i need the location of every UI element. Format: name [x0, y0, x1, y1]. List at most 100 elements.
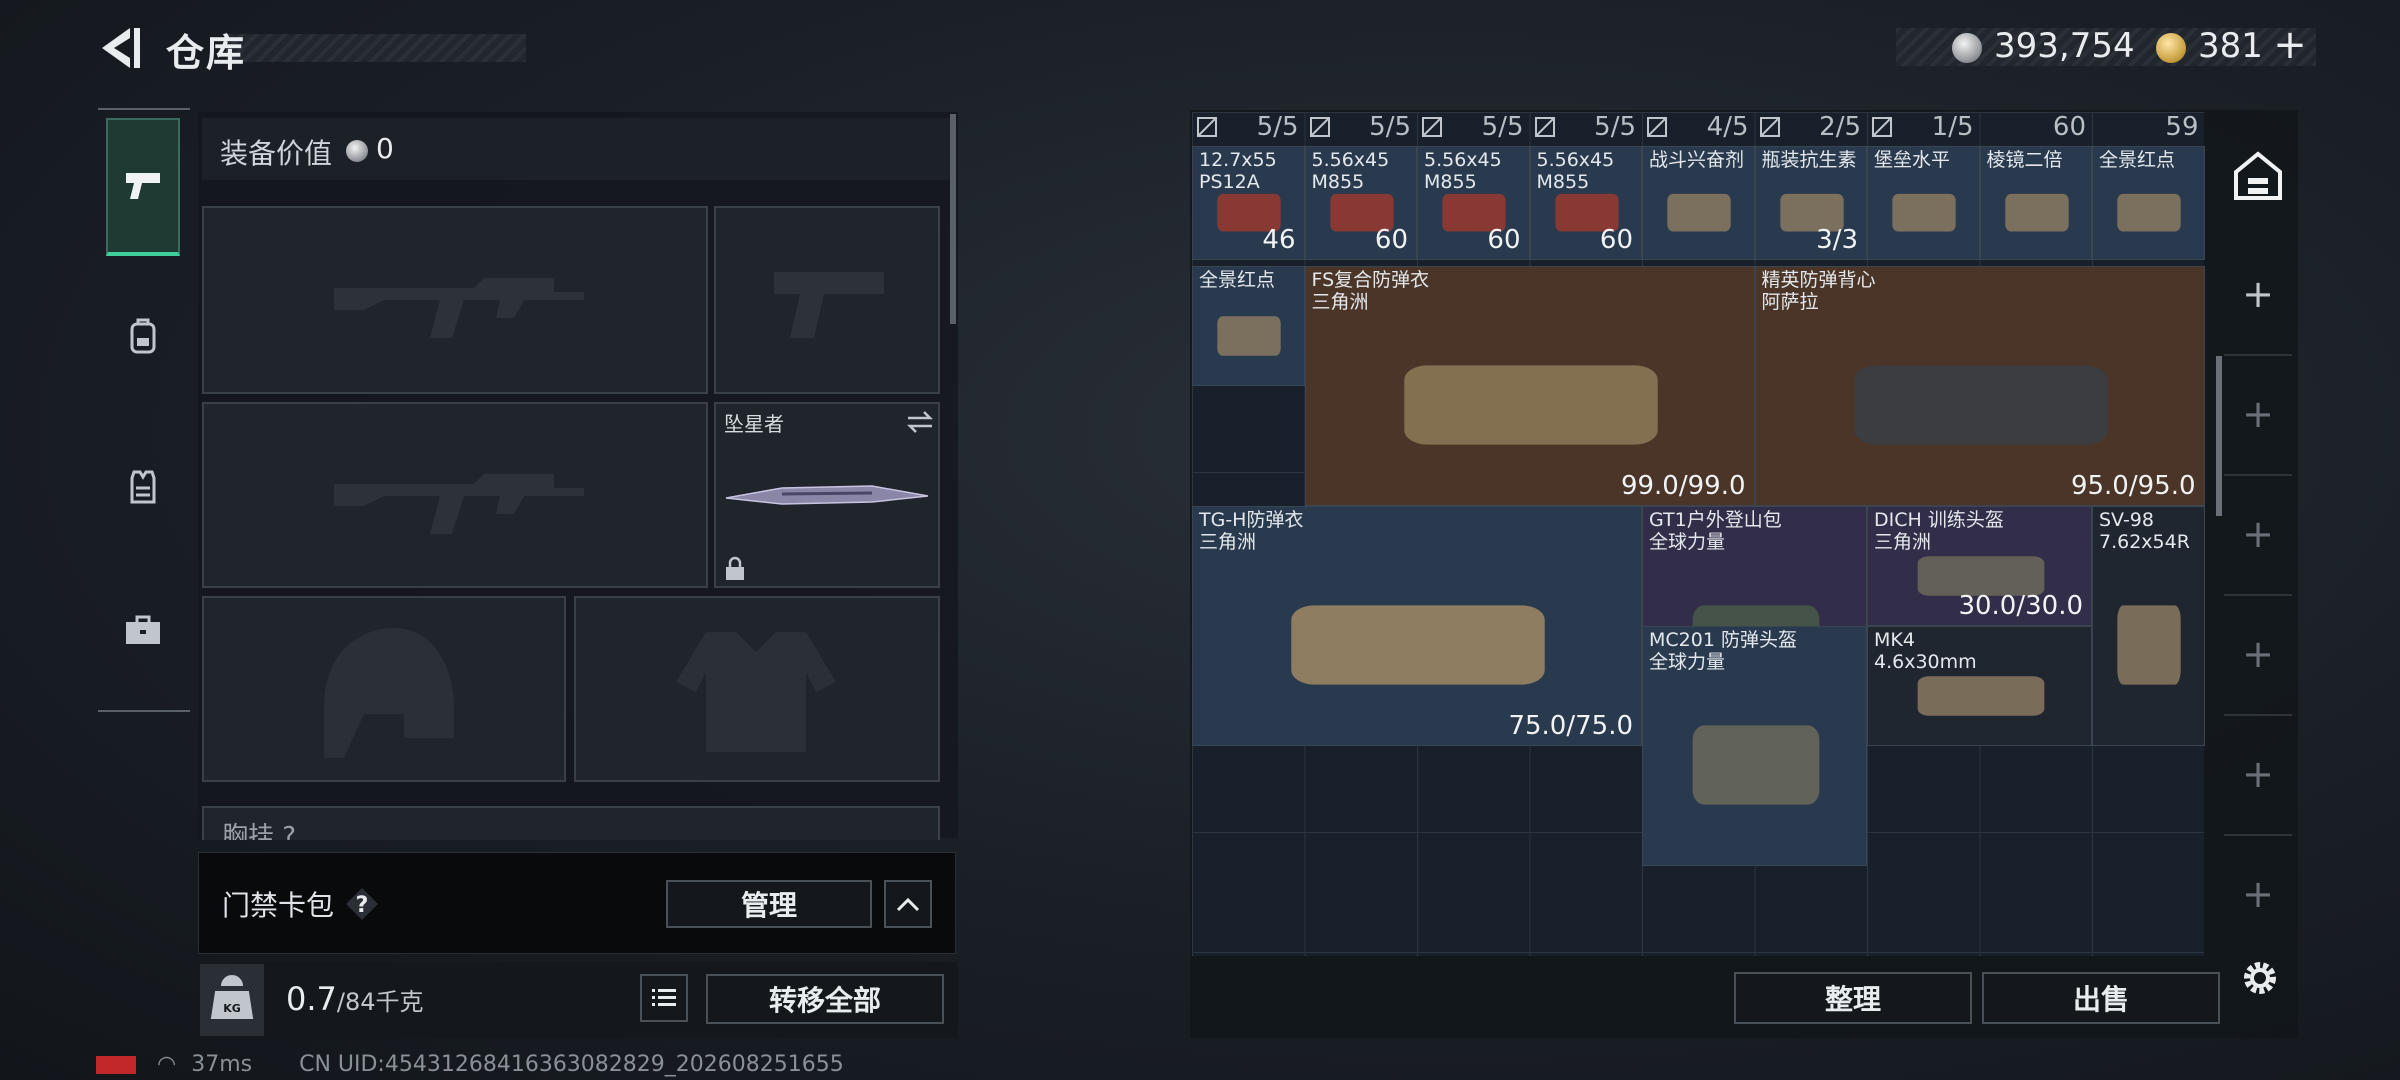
item-quantity: 3/3: [1816, 225, 1858, 255]
item-name: TG-H防弹衣 三角洲: [1199, 509, 1304, 553]
item-name: SV-98 7.62x54R: [2099, 509, 2190, 553]
carry-weight: 0.7/84千克: [286, 980, 424, 1018]
melee-slot[interactable]: 坠星者: [714, 402, 940, 588]
transfer-all-button[interactable]: 转移全部: [706, 974, 944, 1024]
no-insure-icon: [1196, 116, 1218, 142]
tab-backpack[interactable]: [106, 268, 180, 406]
chest-rig-label: 胸挂 ?: [222, 822, 297, 840]
item-quantity: 60: [1487, 225, 1521, 255]
equipment-value: 0: [376, 132, 394, 165]
helmet-silhouette-icon: [324, 628, 454, 758]
keycard-pack-label: 门禁卡包: [222, 889, 335, 922]
back-arrow-icon[interactable]: [96, 22, 144, 74]
item-ammo-556[interactable]: 5.56x45 M855 60: [1529, 146, 1642, 260]
item-dich-helmet[interactable]: DICH 训练头盔 三角洲 30.0/30.0: [1867, 506, 2092, 626]
item-scope-level[interactable]: 堡垒水平: [1867, 146, 1980, 260]
user-uid: CN UID:45431268416363082829_202608251655: [299, 1052, 844, 1077]
no-insure-icon: [1309, 116, 1331, 142]
gear-icon[interactable]: [2236, 954, 2284, 1002]
melee-name: 坠星者: [724, 412, 784, 436]
add-storage-button[interactable]: +: [2236, 632, 2280, 676]
item-elite-vest[interactable]: 精英防弹背心 阿萨拉 95.0/95.0: [1754, 266, 2205, 506]
pistol-icon: [126, 173, 160, 199]
silver-coin-icon: [346, 140, 368, 162]
side-divider: [2224, 594, 2292, 596]
item-red-dot-image: [1213, 309, 1285, 363]
svg-text:KG: KG: [223, 1002, 241, 1015]
side-divider: [2224, 714, 2292, 716]
item-name: 全景红点: [1199, 269, 1276, 291]
item-red-dot[interactable]: 全景红点: [2092, 146, 2205, 260]
svg-text:?: ?: [356, 893, 369, 918]
silver-coin-icon: [1952, 33, 1982, 63]
add-storage-button[interactable]: +: [2236, 752, 2280, 796]
tab-briefcase[interactable]: [106, 562, 180, 700]
help-icon[interactable]: ?: [344, 886, 380, 922]
item-sv98[interactable]: SV-98 7.62x54R: [2092, 506, 2205, 746]
item-stimulant[interactable]: 战斗兴奋剂: [1642, 146, 1755, 260]
item-name: 棱镜二倍: [1986, 149, 2063, 171]
swap-arrows-icon[interactable]: [906, 410, 934, 434]
manage-button[interactable]: 管理: [666, 880, 872, 928]
helmet-slot[interactable]: [202, 596, 566, 782]
sidearm-slot[interactable]: [714, 206, 940, 394]
item-ammo-127[interactable]: 12.7x55 PS12A 46: [1192, 146, 1305, 260]
no-insure-icon: [1759, 116, 1781, 142]
add-storage-button[interactable]: +: [2236, 512, 2280, 556]
item-prism-scope-image: [2001, 187, 2073, 238]
item-mk4[interactable]: MK4 4.6x30mm: [1867, 626, 2092, 746]
tab-weapons[interactable]: [106, 118, 180, 256]
equipment-scrollbar[interactable]: [950, 114, 956, 324]
item-ammo-556[interactable]: 5.56x45 M855 60: [1417, 146, 1530, 260]
tab-vest[interactable]: [106, 418, 180, 556]
secondary-weapon-slot[interactable]: [202, 402, 708, 588]
item-quantity: 60: [1374, 225, 1408, 255]
item-red-dot-image: [2113, 187, 2185, 238]
item-quantity: 99.0/99.0: [1620, 471, 1746, 501]
page-title: 仓库: [166, 31, 247, 75]
weight-kg-icon: KG: [200, 964, 264, 1036]
item-quantity: 46: [1262, 225, 1296, 255]
item-name: 5.56x45 M855: [1536, 149, 1615, 193]
sort-button[interactable]: 整理: [1734, 972, 1972, 1024]
storage-house-icon[interactable]: [2232, 150, 2284, 202]
item-scope-level-image: [1888, 187, 1960, 238]
pistol-silhouette-icon: [774, 272, 884, 338]
item-tgh-armor[interactable]: TG-H防弹衣 三角洲 75.0/75.0: [1192, 506, 1642, 746]
list-view-button[interactable]: [640, 974, 688, 1022]
item-mc201-helmet[interactable]: MC201 防弹头盔 全球力量: [1642, 626, 1867, 866]
vest-icon: [130, 470, 156, 504]
item-stimulant-image: [1663, 187, 1735, 238]
item-prism-scope[interactable]: 棱镜二倍: [1979, 146, 2092, 260]
item-tgh-armor-image: [1274, 591, 1562, 699]
item-ammo-556[interactable]: 5.56x45 M855 60: [1304, 146, 1417, 260]
item-antibiotic[interactable]: 瓶装抗生素 3/3: [1754, 146, 1867, 260]
item-elite-vest-image: [1837, 351, 2125, 459]
no-insure-icon: [1534, 116, 1556, 142]
list-icon: [652, 989, 676, 1006]
no-insure-icon: [1421, 116, 1443, 142]
battery-icon: [96, 1056, 136, 1074]
item-name: 战斗兴奋剂: [1649, 149, 1745, 171]
primary-weapon-slot[interactable]: [202, 206, 708, 394]
item-fs-armor[interactable]: FS复合防弹衣 三角洲 99.0/99.0: [1304, 266, 1755, 506]
add-storage-button[interactable]: +: [2236, 392, 2280, 436]
chest-rig-slot[interactable]: 胸挂 ?: [202, 806, 940, 840]
stack-count: 59: [2165, 112, 2199, 142]
item-name: 12.7x55 PS12A: [1199, 149, 1277, 193]
item-red-dot[interactable]: 全景红点: [1192, 266, 1305, 386]
inventory-scrollbar[interactable]: [2216, 356, 2222, 516]
status-bar: ◠ 37ms CN UID:45431268416363082829_20260…: [96, 1052, 844, 1077]
no-insure-icon: [1646, 116, 1668, 142]
item-quantity: 75.0/75.0: [1508, 711, 1633, 741]
side-divider: [2224, 834, 2292, 836]
armor-slot[interactable]: [574, 596, 940, 782]
lock-icon: [726, 556, 744, 580]
tabbar-top-line: [98, 108, 190, 110]
add-storage-button[interactable]: +: [2236, 872, 2280, 916]
add-currency-button[interactable]: +: [2270, 22, 2310, 68]
item-mk4-image: [1909, 669, 2053, 723]
add-storage-button[interactable]: +: [2236, 272, 2280, 316]
sell-button[interactable]: 出售: [1982, 972, 2220, 1024]
collapse-button[interactable]: [884, 880, 932, 928]
